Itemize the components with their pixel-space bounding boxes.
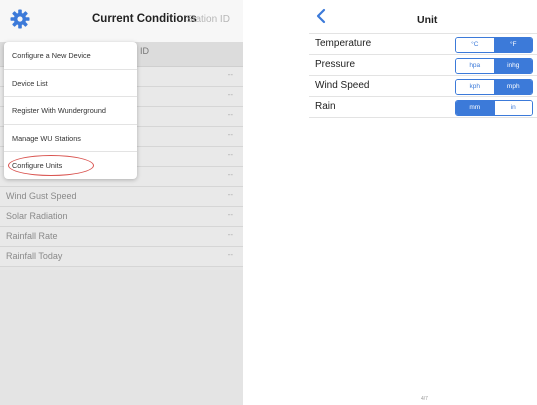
menu-item-label: Configure a New Device <box>12 51 91 60</box>
menu-item-label: Manage WU Stations <box>12 133 81 143</box>
menu-item-register-wunderground[interactable]: Register With Wunderground <box>4 97 137 125</box>
unit-label: Wind Speed <box>315 80 370 91</box>
condition-value: -- <box>227 230 233 239</box>
condition-value: -- <box>227 70 233 79</box>
left-navbar: Current Conditions Station ID <box>0 0 243 43</box>
station-subheader-text: ID <box>140 46 149 56</box>
unit-row-temperature: Temperature °C °F <box>309 33 537 55</box>
unit-list: Temperature °C °F Pressure hpa inhg Wind… <box>309 33 537 118</box>
menu-item-label: Configure Units <box>12 161 63 171</box>
condition-value: -- <box>227 190 233 199</box>
condition-value: -- <box>227 170 233 179</box>
page-number: 4/7 <box>421 396 428 402</box>
segment-option-mph[interactable]: mph <box>493 80 532 94</box>
unit-row-pressure: Pressure hpa inhg <box>309 55 537 76</box>
pressure-segmented-control: hpa inhg <box>455 58 533 74</box>
condition-label: Rainfall Today <box>6 251 63 261</box>
condition-label: Solar Radiation <box>6 211 68 221</box>
condition-row: Rainfall Today -- <box>0 247 243 267</box>
condition-value: -- <box>227 250 233 259</box>
condition-value: -- <box>227 110 233 119</box>
menu-item-device-list[interactable]: Device List <box>4 70 137 98</box>
condition-row: Solar Radiation -- <box>0 207 243 227</box>
menu-item-manage-wu-stations[interactable]: Manage WU Stations <box>4 125 137 153</box>
condition-value: -- <box>227 150 233 159</box>
unit-label: Rain <box>315 101 336 112</box>
condition-value: -- <box>227 90 233 99</box>
page-title: Unit <box>417 14 438 26</box>
condition-label: Rainfall Rate <box>6 231 58 241</box>
right-navbar: Unit <box>309 0 537 33</box>
condition-row: Rainfall Rate -- <box>0 227 243 247</box>
rain-segmented-control: mm in <box>455 100 533 116</box>
back-chevron-icon[interactable] <box>314 8 328 24</box>
segment-option-celsius[interactable]: °C <box>456 38 494 52</box>
gear-icon[interactable] <box>10 9 30 29</box>
menu-item-configure-units[interactable]: Configure Units <box>4 152 137 179</box>
segment-option-hpa[interactable]: hpa <box>456 59 494 73</box>
segment-option-mm[interactable]: mm <box>456 101 494 115</box>
condition-label: Wind Gust Speed <box>6 191 77 201</box>
menu-item-label: Device List <box>12 78 48 88</box>
segment-option-in[interactable]: in <box>493 101 532 115</box>
temperature-segmented-control: °C °F <box>455 37 533 53</box>
unit-label: Pressure <box>315 59 356 70</box>
unit-row-rain: Rain mm in <box>309 97 537 118</box>
page-title: Current Conditions <box>92 13 197 25</box>
settings-menu: Configure a New Device Device List Regis… <box>4 42 137 179</box>
segment-option-kph[interactable]: kph <box>456 80 494 94</box>
wind-speed-segmented-control: kph mph <box>455 79 533 95</box>
condition-row: Wind Gust Speed -- <box>0 187 243 207</box>
segment-option-fahrenheit[interactable]: °F <box>493 38 532 52</box>
station-id-link[interactable]: Station ID <box>186 14 230 25</box>
unit-label: Temperature <box>315 38 372 49</box>
empty-area <box>0 270 243 405</box>
menu-item-label: Register With Wunderground <box>12 106 106 116</box>
menu-item-configure-new-device[interactable]: Configure a New Device <box>4 42 137 70</box>
condition-value: -- <box>227 130 233 139</box>
current-conditions-screen: Current Conditions Station ID ID -- -- -… <box>0 0 243 405</box>
unit-settings-screen: Unit Temperature °C °F Pressure hpa inhg… <box>309 0 537 405</box>
segment-option-inhg[interactable]: inhg <box>493 59 532 73</box>
unit-row-wind-speed: Wind Speed kph mph <box>309 76 537 97</box>
condition-value: -- <box>227 210 233 219</box>
